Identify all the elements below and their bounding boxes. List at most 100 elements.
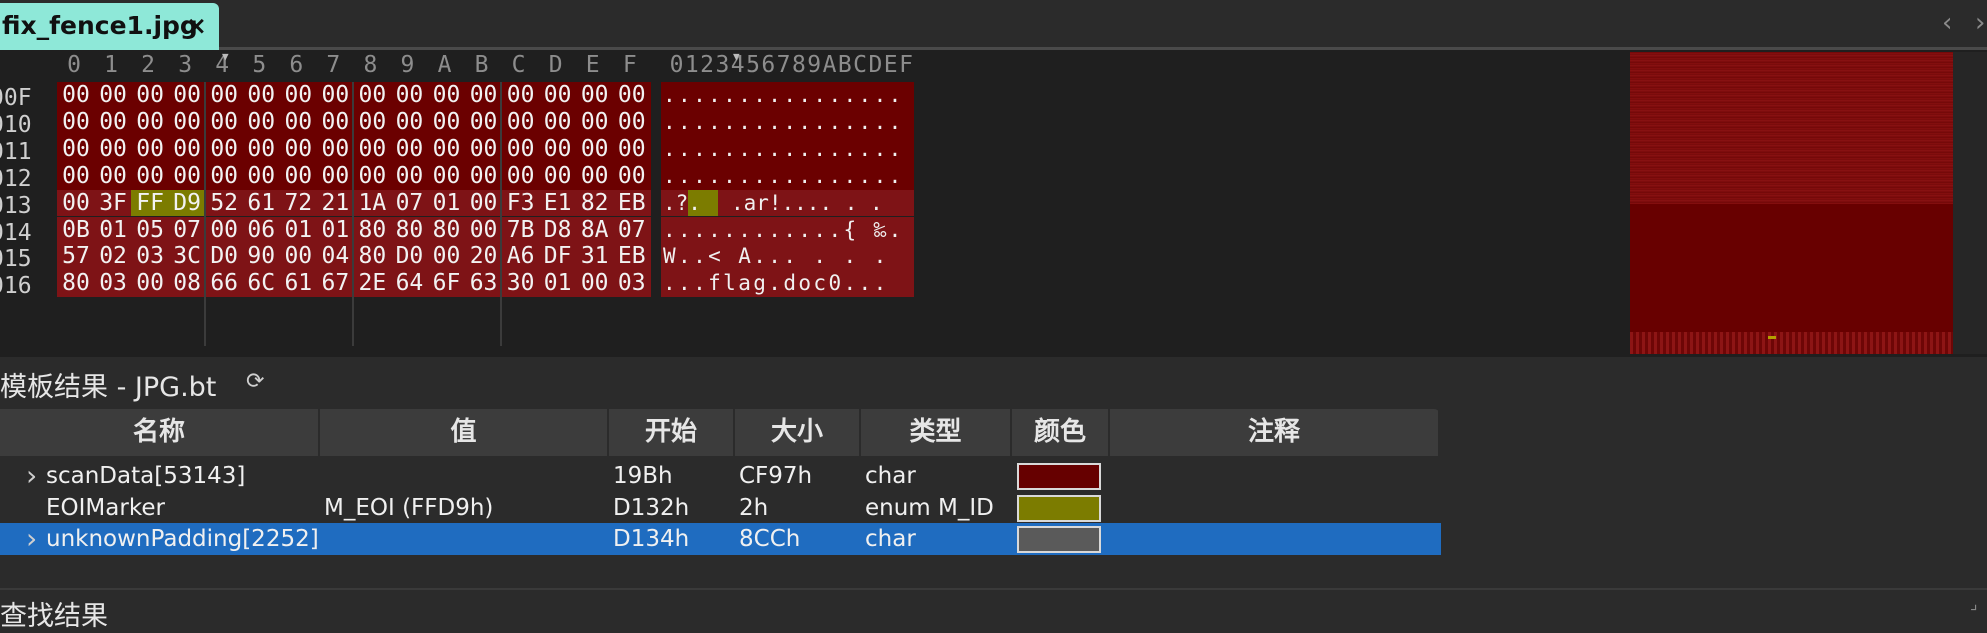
hex-byte[interactable]: 00 bbox=[168, 135, 207, 163]
hex-byte[interactable]: 82 bbox=[575, 189, 614, 217]
hex-byte[interactable]: 63 bbox=[464, 270, 503, 298]
hex-byte[interactable]: 00 bbox=[575, 108, 614, 136]
hex-byte[interactable]: 7B bbox=[501, 216, 540, 244]
hex-byte[interactable]: 80 bbox=[427, 216, 466, 244]
hex-byte[interactable]: 30 bbox=[501, 270, 540, 298]
hex-byte[interactable]: 61 bbox=[242, 189, 281, 217]
hex-byte[interactable]: EB bbox=[612, 189, 651, 217]
column-header[interactable]: 大小 bbox=[735, 409, 861, 456]
hex-byte[interactable]: 00 bbox=[94, 108, 133, 136]
hex-byte[interactable]: 03 bbox=[612, 270, 651, 298]
hex-byte[interactable]: 80 bbox=[353, 216, 392, 244]
ascii-row[interactable]: .?. .ar!.... . . bbox=[661, 189, 914, 217]
ascii-row[interactable]: ................ bbox=[661, 108, 914, 136]
hex-byte[interactable]: 07 bbox=[390, 189, 429, 217]
hex-byte[interactable]: 52 bbox=[205, 189, 244, 217]
column-header[interactable]: 名称 bbox=[0, 409, 320, 456]
hex-byte[interactable]: 00 bbox=[168, 108, 207, 136]
resize-grip-icon[interactable]: ⌟ bbox=[1970, 594, 1978, 613]
hex-byte[interactable]: 00 bbox=[205, 162, 244, 190]
hex-byte[interactable]: 01 bbox=[279, 216, 318, 244]
hex-byte[interactable]: 00 bbox=[501, 162, 540, 190]
chevron-right-icon[interactable]: › bbox=[1975, 8, 1985, 38]
hex-byte[interactable]: 00 bbox=[501, 82, 540, 109]
table-row[interactable]: › scanData[53143] 19Bh CF97h char bbox=[0, 460, 1441, 492]
hex-byte[interactable]: 3F bbox=[94, 189, 133, 217]
hex-byte[interactable]: 00 bbox=[94, 135, 133, 163]
hex-byte[interactable]: 00 bbox=[390, 162, 429, 190]
hex-byte[interactable]: 00 bbox=[205, 216, 244, 244]
hex-byte[interactable]: 6F bbox=[427, 270, 466, 298]
hex-byte[interactable]: 66 bbox=[205, 270, 244, 298]
hex-byte[interactable]: FF bbox=[131, 189, 170, 217]
hex-byte[interactable]: 00 bbox=[427, 162, 466, 190]
hex-byte[interactable]: 00 bbox=[131, 162, 170, 190]
hex-byte[interactable]: 00 bbox=[464, 82, 503, 109]
hex-byte[interactable]: 00 bbox=[501, 135, 540, 163]
hex-byte[interactable]: 00 bbox=[612, 135, 651, 163]
hex-byte[interactable]: 80 bbox=[57, 270, 95, 298]
hex-byte[interactable]: 07 bbox=[168, 216, 207, 244]
hex-byte[interactable]: 00 bbox=[390, 108, 429, 136]
column-header[interactable]: 值 bbox=[320, 409, 609, 456]
hex-byte[interactable]: 00 bbox=[57, 135, 95, 163]
hex-byte[interactable]: 00 bbox=[464, 135, 503, 163]
hex-byte[interactable]: 31 bbox=[575, 243, 614, 271]
ascii-row[interactable]: ................ bbox=[661, 135, 914, 163]
hex-minimap[interactable] bbox=[1630, 52, 1953, 354]
hex-byte[interactable]: 00 bbox=[205, 108, 244, 136]
ascii-row[interactable]: ...flag.doc0... bbox=[661, 270, 914, 298]
hex-byte[interactable]: 00 bbox=[427, 82, 466, 109]
hex-byte[interactable]: 00 bbox=[575, 135, 614, 163]
hex-byte[interactable]: D0 bbox=[390, 243, 429, 271]
refresh-icon[interactable]: ⟳ bbox=[246, 369, 264, 394]
hex-byte[interactable]: 00 bbox=[205, 82, 244, 109]
ascii-row[interactable]: ............{ ‰. bbox=[661, 216, 914, 244]
hex-byte[interactable]: 04 bbox=[316, 243, 355, 271]
hex-byte[interactable]: 00 bbox=[205, 135, 244, 163]
hex-byte[interactable]: D8 bbox=[538, 216, 577, 244]
hex-byte[interactable]: 00 bbox=[279, 108, 318, 136]
hex-byte[interactable]: 00 bbox=[575, 270, 614, 298]
hex-byte[interactable]: 80 bbox=[390, 216, 429, 244]
hex-byte[interactable]: 00 bbox=[57, 82, 95, 109]
hex-byte[interactable]: 8A bbox=[575, 216, 614, 244]
hex-byte[interactable]: 00 bbox=[242, 108, 281, 136]
hex-byte[interactable]: 00 bbox=[464, 162, 503, 190]
close-icon[interactable]: × bbox=[186, 11, 207, 40]
hex-byte[interactable]: 00 bbox=[501, 108, 540, 136]
tab-file[interactable]: fix_fence1.jpg × bbox=[0, 3, 219, 50]
hex-byte[interactable]: 00 bbox=[131, 135, 170, 163]
hex-byte[interactable]: 00 bbox=[242, 162, 281, 190]
hex-byte[interactable]: 6C bbox=[242, 270, 281, 298]
hex-byte[interactable]: 2E bbox=[353, 270, 392, 298]
hex-byte[interactable]: 00 bbox=[279, 162, 318, 190]
hex-byte[interactable]: 00 bbox=[279, 243, 318, 271]
chevron-left-icon[interactable]: ‹ bbox=[1942, 8, 1952, 38]
hex-byte[interactable]: 00 bbox=[131, 82, 170, 109]
hex-byte[interactable]: 01 bbox=[94, 216, 133, 244]
ascii-row[interactable]: W..< A... . . . bbox=[661, 243, 914, 271]
hex-byte[interactable]: 08 bbox=[168, 270, 207, 298]
hex-byte[interactable]: D0 bbox=[205, 243, 244, 271]
hex-byte[interactable]: 00 bbox=[612, 108, 651, 136]
hex-byte[interactable]: 64 bbox=[390, 270, 429, 298]
color-swatch[interactable] bbox=[1017, 526, 1101, 553]
hex-byte[interactable]: 00 bbox=[242, 82, 281, 109]
hex-byte[interactable]: 00 bbox=[94, 82, 133, 109]
hex-byte[interactable]: 00 bbox=[168, 82, 207, 109]
hex-byte[interactable]: 01 bbox=[427, 189, 466, 217]
table-row[interactable]: › unknownPadding[2252] D134h 8CCh char bbox=[0, 523, 1441, 555]
hex-byte[interactable]: 00 bbox=[575, 82, 614, 109]
column-header[interactable]: 开始 bbox=[609, 409, 735, 456]
hex-byte[interactable]: E1 bbox=[538, 189, 577, 217]
hex-byte[interactable]: 00 bbox=[390, 82, 429, 109]
hex-byte[interactable]: 00 bbox=[575, 162, 614, 190]
hex-byte[interactable]: 00 bbox=[538, 108, 577, 136]
hex-byte[interactable]: 00 bbox=[612, 82, 651, 109]
column-header[interactable]: 颜色 bbox=[1012, 409, 1110, 456]
hex-byte[interactable]: 00 bbox=[242, 135, 281, 163]
chevron-right-icon[interactable]: › bbox=[26, 460, 37, 492]
hex-byte[interactable]: 57 bbox=[57, 243, 95, 271]
hex-byte[interactable]: 00 bbox=[353, 108, 392, 136]
